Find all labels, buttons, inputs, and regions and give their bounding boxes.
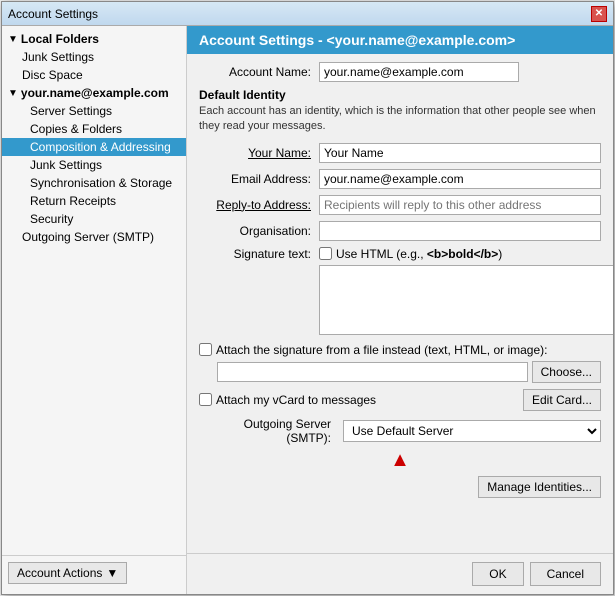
tree-security[interactable]: Security <box>2 210 186 228</box>
organisation-input[interactable] <box>319 221 601 241</box>
attach-sig-input-row: Choose... <box>199 361 601 383</box>
copies-folders-label: Copies & Folders <box>30 122 122 136</box>
manage-identities-row: Manage Identities... <box>199 476 601 498</box>
attach-sig-path-input[interactable] <box>217 362 528 382</box>
tree-outgoing-smtp[interactable]: Outgoing Server (SMTP) <box>2 228 186 246</box>
choose-button[interactable]: Choose... <box>532 361 601 383</box>
email-row: Email Address: <box>199 169 601 189</box>
attach-vcard-label: Attach my vCard to messages <box>216 393 376 407</box>
composition-label: Composition & Addressing <box>30 140 171 154</box>
signature-textarea[interactable] <box>319 265 613 335</box>
outgoing-smtp-label: Outgoing Server (SMTP) <box>22 230 154 244</box>
account-actions-label: Account Actions <box>17 566 102 580</box>
ok-button[interactable]: OK <box>472 562 523 586</box>
outgoing-server-label: Outgoing Server (SMTP): <box>199 417 339 445</box>
collapse-arrow-local: ▼ <box>8 34 18 45</box>
default-identity-title: Default Identity <box>199 88 601 102</box>
outgoing-server-select[interactable]: Use Default Server <box>343 420 601 442</box>
your-name-input[interactable] <box>319 143 601 163</box>
right-content: Account Name: Default Identity Each acco… <box>187 54 613 553</box>
tree-account[interactable]: ▼ your.name@example.com <box>2 84 186 102</box>
account-label: your.name@example.com <box>21 86 169 100</box>
arrow-indicator: ▲ <box>199 449 601 472</box>
local-folders-label: Local Folders <box>21 32 99 46</box>
tree-server-settings[interactable]: Server Settings <box>2 102 186 120</box>
account-settings-dialog: Account Settings ✕ ▼ Local Folders Junk … <box>1 1 614 595</box>
outgoing-server-row: Outgoing Server (SMTP): Use Default Serv… <box>199 417 601 445</box>
tree-local-folders[interactable]: ▼ Local Folders <box>2 30 186 48</box>
account-actions-arrow: ▼ <box>106 566 118 580</box>
dialog-title: Account Settings <box>8 7 98 21</box>
left-panel: ▼ Local Folders Junk Settings Disc Space… <box>2 26 187 594</box>
server-settings-label: Server Settings <box>30 104 112 118</box>
account-name-input[interactable] <box>319 62 519 82</box>
signature-text-label: Signature text: <box>199 247 319 261</box>
synchronisation-label: Synchronisation & Storage <box>30 176 172 190</box>
signature-text-row: Signature text: Use HTML (e.g., <b>bold<… <box>199 247 601 261</box>
reply-to-row: Reply-to Address: <box>199 195 601 215</box>
cancel-button[interactable]: Cancel <box>530 562 601 586</box>
attach-sig-checkbox[interactable] <box>199 343 212 356</box>
tree-composition-addressing[interactable]: Composition & Addressing <box>2 138 186 156</box>
organisation-row: Organisation: <box>199 221 601 241</box>
security-label: Security <box>30 212 73 226</box>
email-label: Email Address: <box>199 172 319 186</box>
tree-synchronisation[interactable]: Synchronisation & Storage <box>2 174 186 192</box>
up-arrow-icon: ▲ <box>390 449 410 472</box>
account-actions-button[interactable]: Account Actions ▼ <box>8 562 127 584</box>
collapse-arrow-account: ▼ <box>8 88 18 99</box>
attach-sig-label: Attach the signature from a file instead… <box>216 343 547 357</box>
junk-settings-label: Junk Settings <box>22 50 94 64</box>
attach-vcard-checkbox[interactable] <box>199 393 212 406</box>
dialog-body: ▼ Local Folders Junk Settings Disc Space… <box>2 26 613 594</box>
junk-settings2-label: Junk Settings <box>30 158 102 172</box>
use-html-checkbox[interactable] <box>319 247 332 260</box>
reply-to-label: Reply-to Address: <box>199 198 319 212</box>
tree-section: ▼ Local Folders Junk Settings Disc Space… <box>2 30 186 555</box>
account-name-label: Account Name: <box>199 65 319 79</box>
reply-to-input[interactable] <box>319 195 601 215</box>
vcard-row: Attach my vCard to messages Edit Card... <box>199 389 601 411</box>
attach-sig-row: Attach the signature from a file instead… <box>199 343 601 357</box>
default-identity-desc: Each account has an identity, which is t… <box>199 104 601 135</box>
tree-disc-space[interactable]: Disc Space <box>2 66 186 84</box>
bold-example: <b>bold</b> <box>427 247 498 261</box>
disc-space-label: Disc Space <box>22 68 83 82</box>
return-receipts-label: Return Receipts <box>30 194 116 208</box>
bottom-bar: Account Actions ▼ <box>2 555 186 590</box>
account-name-row: Account Name: <box>199 62 601 82</box>
your-name-row: Your Name: <box>199 143 601 163</box>
tree-junk-settings[interactable]: Junk Settings <box>2 48 186 66</box>
edit-card-button[interactable]: Edit Card... <box>523 389 601 411</box>
manage-identities-button[interactable]: Manage Identities... <box>478 476 601 498</box>
tree-junk-settings2[interactable]: Junk Settings <box>2 156 186 174</box>
right-panel-header: Account Settings - <your.name@example.co… <box>187 26 613 54</box>
use-html-label: Use HTML (e.g., <b>bold</b>) <box>336 247 502 261</box>
dialog-footer: OK Cancel <box>187 553 613 594</box>
email-input[interactable] <box>319 169 601 189</box>
title-bar: Account Settings ✕ <box>2 2 613 26</box>
organisation-label: Organisation: <box>199 224 319 238</box>
use-html-row: Use HTML (e.g., <b>bold</b>) <box>319 247 502 261</box>
tree-copies-folders[interactable]: Copies & Folders <box>2 120 186 138</box>
close-button[interactable]: ✕ <box>591 6 607 22</box>
your-name-label: Your Name: <box>199 146 319 160</box>
tree-return-receipts[interactable]: Return Receipts <box>2 192 186 210</box>
right-panel: Account Settings - <your.name@example.co… <box>187 26 613 594</box>
